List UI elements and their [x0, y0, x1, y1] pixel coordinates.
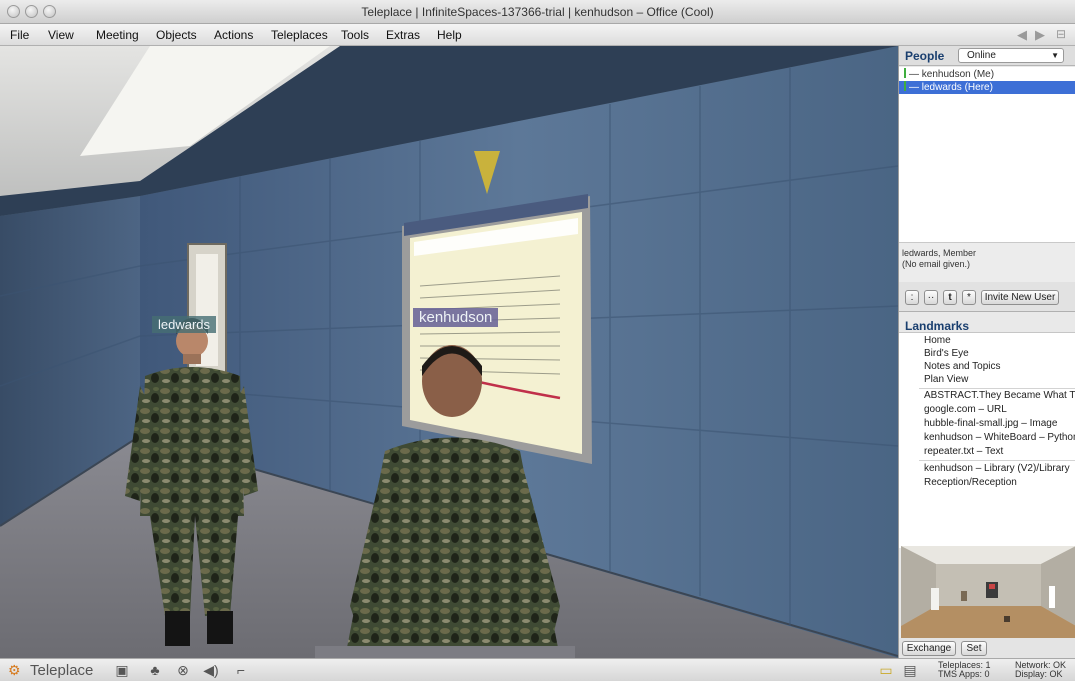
whisper-button[interactable]: ··: [924, 290, 938, 305]
chat-button[interactable]: :: [905, 290, 919, 305]
landmark-item[interactable]: Reception/Reception: [924, 477, 1017, 488]
3d-viewport[interactable]: ledwards kenhudson: [0, 46, 898, 658]
presence-filter-value: Online: [967, 50, 996, 61]
landmark-item[interactable]: kenhudson – Library (V2)/Library: [924, 463, 1070, 474]
landmark-divider: [919, 388, 1075, 389]
panel-toggle-icon[interactable]: ⊟: [1056, 27, 1066, 41]
connection-status: Network: OK Display: OK: [1015, 661, 1066, 679]
menu-bar: File View Meeting Objects Actions Telepl…: [0, 24, 1075, 46]
forward-arrow-icon[interactable]: ▶: [1035, 27, 1045, 43]
landmark-item[interactable]: kenhudson – WhiteBoard – Python: [924, 432, 1075, 443]
exchange-button[interactable]: Exchange: [902, 641, 956, 656]
presence-filter-select[interactable]: Online ▼: [958, 48, 1064, 63]
teleplace-window: Teleplace | InfiniteSpaces-137366-trial …: [0, 0, 1075, 681]
avatar-settings-icon[interactable]: ♣: [146, 662, 164, 679]
landmark-item[interactable]: Plan View: [924, 374, 968, 385]
server-icon: ▤: [903, 662, 917, 678]
people-header: People Online ▼: [899, 46, 1075, 66]
avatar-name-tag: ledwards: [152, 316, 217, 333]
online-status-icon: [904, 81, 906, 91]
menu-meeting[interactable]: Meeting: [96, 28, 139, 42]
minimap-scene: [901, 546, 1075, 638]
person-name: — kenhudson (Me): [909, 69, 995, 80]
member-info: ledwards, Member (No email given.): [899, 242, 1075, 282]
pointer-icon[interactable]: ⌐: [232, 662, 250, 679]
chevron-down-icon: ▼: [1051, 51, 1059, 60]
landmarks-title: Landmarks: [905, 319, 970, 333]
menu-actions[interactable]: Actions: [214, 28, 253, 42]
landmark-item[interactable]: Home: [924, 335, 951, 346]
person-kenhudson[interactable]: — kenhudson (Me): [899, 68, 1075, 81]
teleport-button[interactable]: t: [943, 290, 957, 305]
person-ledwards[interactable]: — ledwards (Here): [899, 81, 1075, 94]
avatar-name-tag: kenhudson: [413, 308, 499, 327]
display-status: Display: OK: [1015, 669, 1063, 679]
back-arrow-icon[interactable]: ◀: [1017, 27, 1027, 43]
invite-new-user-button[interactable]: Invite New User: [981, 290, 1059, 305]
people-list[interactable]: — kenhudson (Me) — ledwards (Here): [899, 67, 1075, 242]
set-button[interactable]: Set: [961, 641, 987, 656]
landmark-divider: [919, 460, 1075, 461]
speaker-icon[interactable]: ◀): [202, 662, 220, 679]
favorite-button[interactable]: *: [962, 290, 976, 305]
status-bar: ⚙ Teleplace ▣ ♣ ⊗ ◀) ⌐ ▭ ▤ Teleplaces: 1…: [0, 658, 1075, 681]
menu-view[interactable]: View: [48, 28, 74, 42]
title-bar: Teleplace | InfiniteSpaces-137366-trial …: [0, 0, 1075, 24]
panel-footer: Exchange Set: [899, 638, 1075, 658]
menu-file[interactable]: File: [10, 28, 29, 42]
landmark-item[interactable]: repeater.txt – Text: [924, 446, 1003, 457]
landmark-item[interactable]: google.com – URL: [924, 404, 1007, 415]
minimap-view[interactable]: [901, 546, 1075, 638]
microphone-muted-icon[interactable]: ⊗: [174, 662, 192, 679]
tms-apps-count: TMS Apps: 0: [938, 669, 990, 679]
people-toolbar: : ·· t * Invite New User: [899, 282, 1075, 312]
menu-objects[interactable]: Objects: [156, 28, 197, 42]
menu-tools[interactable]: Tools: [341, 28, 369, 42]
3d-scene: [0, 46, 898, 658]
app-brand: Teleplace: [30, 662, 94, 679]
menu-help[interactable]: Help: [437, 28, 462, 42]
notes-icon[interactable]: ▭: [877, 662, 895, 679]
menu-teleplaces[interactable]: Teleplaces: [271, 28, 328, 42]
people-title: People: [905, 49, 945, 63]
person-name: — ledwards (Here): [909, 82, 993, 93]
landmark-item[interactable]: Bird's Eye: [924, 348, 969, 359]
landmark-item[interactable]: hubble-final-small.jpg – Image: [924, 418, 1057, 429]
teleplace-stats: Teleplaces: 1 TMS Apps: 0: [938, 661, 991, 679]
member-role: ledwards, Member: [902, 248, 977, 258]
landmarks-list[interactable]: Home Bird's Eye Notes and Topics Plan Vi…: [899, 332, 1075, 548]
side-panel: People Online ▼ — kenhudson (Me) — ledwa…: [898, 46, 1075, 658]
teleplace-logo-icon: ⚙: [8, 662, 21, 678]
landmark-item[interactable]: ABSTRACT.They Became What They: [924, 390, 1075, 401]
window-title: Teleplace | InfiniteSpaces-137366-trial …: [361, 5, 714, 19]
member-email: (No email given.): [902, 259, 971, 269]
online-status-icon: [904, 68, 906, 78]
lock-icon[interactable]: ▣: [113, 662, 131, 679]
landmark-item[interactable]: Notes and Topics: [924, 361, 1001, 372]
menu-extras[interactable]: Extras: [386, 28, 420, 42]
